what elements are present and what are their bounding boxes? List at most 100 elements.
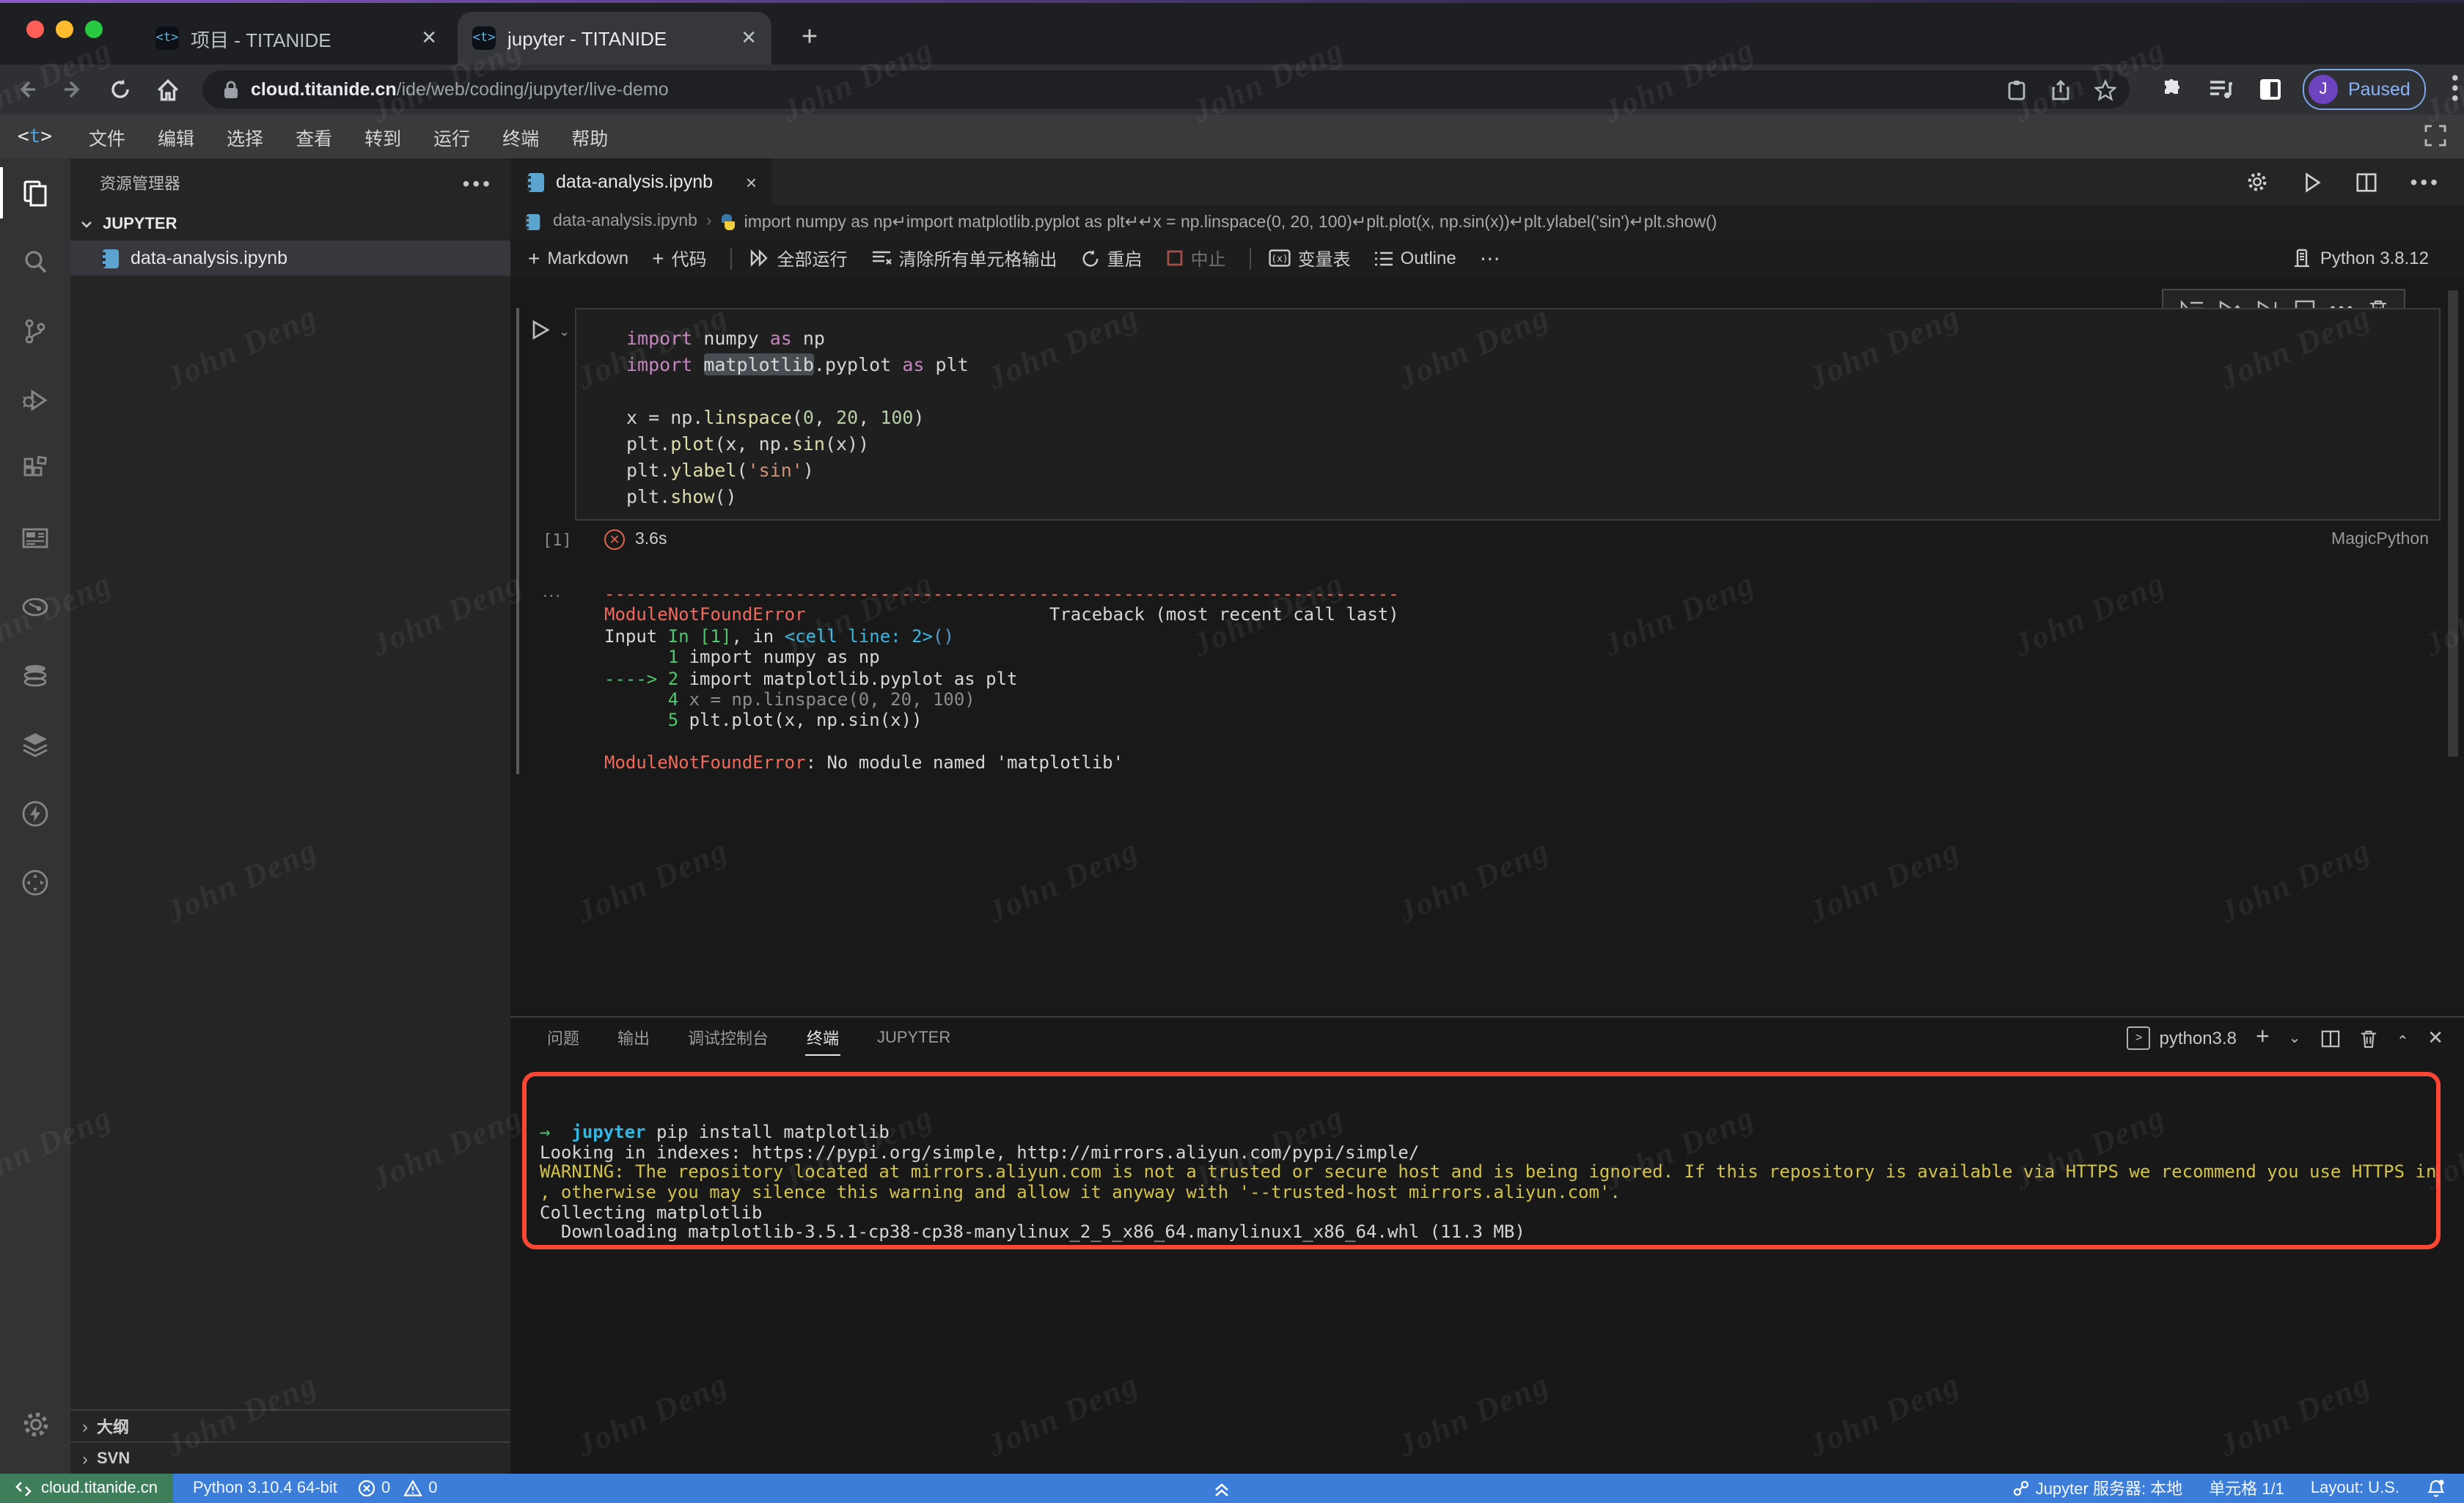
activitybar-extensions[interactable] bbox=[0, 434, 70, 503]
terminal-instance[interactable]: > python3.8 bbox=[2127, 1026, 2237, 1050]
split-editor-icon[interactable] bbox=[2356, 171, 2378, 193]
run-cell-dropdown-icon[interactable]: ⌄ bbox=[559, 324, 570, 340]
remote-indicator[interactable]: cloud.titanide.cn bbox=[0, 1474, 172, 1503]
cell-position-status[interactable]: 单元格 1/1 bbox=[2209, 1477, 2284, 1500]
close-tab-icon[interactable]: ✕ bbox=[741, 26, 757, 50]
reload-icon[interactable] bbox=[100, 69, 141, 110]
close-tab-icon[interactable]: ✕ bbox=[421, 26, 437, 50]
sidebar-section-outline[interactable]: ›大纲 bbox=[70, 1409, 510, 1441]
cell-language-mode[interactable]: MagicPython bbox=[2331, 531, 2429, 548]
extensions-puzzle-icon[interactable] bbox=[2150, 69, 2191, 110]
breadcrumb-file[interactable]: data-analysis.ipynb bbox=[553, 213, 697, 230]
menu-help[interactable]: 帮助 bbox=[555, 117, 624, 156]
activitybar-database[interactable] bbox=[0, 641, 70, 710]
editor-more-actions-icon[interactable]: ••• bbox=[2410, 170, 2441, 194]
close-panel-icon[interactable]: ✕ bbox=[2427, 1026, 2443, 1050]
sidebar-explorer: 资源管理器 ••• JUPYTER data-analysis.ipynb ›大… bbox=[70, 158, 510, 1474]
zoom-window-button[interactable] bbox=[85, 21, 103, 38]
activitybar-power[interactable] bbox=[0, 779, 70, 848]
clear-outputs-button[interactable]: 清除所有单元格输出 bbox=[871, 246, 1057, 271]
menu-file[interactable]: 文件 bbox=[73, 117, 142, 156]
stop-square-icon bbox=[1166, 249, 1184, 267]
outline-button[interactable]: Outline bbox=[1374, 248, 1456, 268]
panel-tab-terminal[interactable]: 终端 bbox=[805, 1018, 840, 1059]
output-collapse-indicator[interactable]: ... bbox=[543, 581, 562, 601]
maximize-panel-icon[interactable]: ⌄ bbox=[2396, 1030, 2408, 1046]
share-icon[interactable] bbox=[2042, 70, 2080, 109]
activitybar-remote[interactable] bbox=[0, 848, 70, 916]
minimize-window-button[interactable] bbox=[56, 21, 73, 38]
editor-tab-notebook[interactable]: data-analysis.ipynb × bbox=[510, 158, 771, 205]
sidebar-section-svn[interactable]: ›SVN bbox=[70, 1441, 510, 1474]
problems-status[interactable]: 0 0 bbox=[358, 1480, 438, 1497]
interrupt-button[interactable]: 中止 bbox=[1166, 246, 1226, 271]
breadcrumb[interactable]: data-analysis.ipynb › import numpy as np… bbox=[510, 205, 2464, 238]
variables-button[interactable]: (x)变量表 bbox=[1269, 246, 1351, 271]
explorer-section-jupyter[interactable]: JUPYTER bbox=[70, 208, 510, 240]
activitybar-layers[interactable] bbox=[0, 710, 70, 779]
home-icon[interactable] bbox=[147, 69, 188, 110]
url-text[interactable]: cloud.titanide.cn/ide/web/coding/jupyter… bbox=[251, 79, 1998, 100]
kernel-picker[interactable]: Python 3.8.12 bbox=[2292, 248, 2464, 268]
clipboard-icon[interactable] bbox=[1998, 70, 2036, 109]
panel-tab-jupyter[interactable]: JUPYTER bbox=[876, 1021, 952, 1056]
notifications-bell-icon[interactable] bbox=[2426, 1478, 2446, 1499]
panel-tab-output[interactable]: 输出 bbox=[616, 1018, 651, 1059]
run-cell-button[interactable] bbox=[529, 318, 551, 342]
menu-edit[interactable]: 编辑 bbox=[142, 117, 210, 156]
activitybar-source-control[interactable] bbox=[0, 296, 70, 365]
menu-goto[interactable]: 转到 bbox=[348, 117, 417, 156]
explorer-more-icon[interactable]: ••• bbox=[463, 172, 493, 195]
run-all-button[interactable]: 全部运行 bbox=[749, 246, 848, 271]
code-cell[interactable]: import numpy as npimport matplotlib.pypl… bbox=[575, 308, 2441, 521]
panel-tab-debug-console[interactable]: 调试控制台 bbox=[686, 1018, 770, 1059]
notebook-settings-gear-icon[interactable] bbox=[2246, 170, 2270, 194]
activitybar-timeline[interactable] bbox=[0, 572, 70, 641]
jupyter-server-status[interactable]: Jupyter 服务器: 本地 bbox=[2012, 1477, 2183, 1500]
activitybar-search[interactable] bbox=[0, 227, 70, 296]
editor-scrollbar[interactable] bbox=[2448, 290, 2458, 757]
breadcrumb-cell-preview[interactable]: import numpy as np↵import matplotlib.pyp… bbox=[744, 211, 1717, 232]
panel-tab-problems[interactable]: 问题 bbox=[546, 1018, 581, 1059]
activitybar-editor-layout[interactable] bbox=[0, 503, 70, 572]
media-playlist-icon[interactable] bbox=[2200, 69, 2241, 110]
browser-menu-icon[interactable]: ••• bbox=[2435, 69, 2464, 110]
new-tab-button[interactable]: + bbox=[792, 21, 827, 56]
side-panel-icon[interactable] bbox=[2250, 69, 2291, 110]
window-controls[interactable] bbox=[26, 21, 103, 38]
bookmark-star-icon[interactable] bbox=[2086, 70, 2124, 109]
split-terminal-icon[interactable] bbox=[2320, 1029, 2340, 1048]
restart-kernel-button[interactable]: 重启 bbox=[1081, 246, 1143, 271]
jupyter-link-icon bbox=[2012, 1480, 2030, 1497]
activitybar-explorer[interactable] bbox=[0, 158, 70, 227]
file-item-notebook[interactable]: data-analysis.ipynb bbox=[70, 240, 510, 276]
terminal-dropdown-icon[interactable]: ⌄ bbox=[2289, 1030, 2301, 1046]
fullscreen-icon[interactable] bbox=[2424, 125, 2446, 147]
add-code-button[interactable]: +代码 bbox=[652, 246, 706, 271]
forward-icon[interactable] bbox=[53, 69, 94, 110]
url-bar[interactable]: cloud.titanide.cn/ide/web/coding/jupyter… bbox=[202, 70, 2130, 109]
terminal-output[interactable]: → jupyter pip install matplotlibLooking … bbox=[540, 1123, 2423, 1243]
back-icon[interactable] bbox=[6, 69, 47, 110]
menu-run[interactable]: 运行 bbox=[417, 117, 486, 156]
run-notebook-icon[interactable] bbox=[2302, 171, 2324, 193]
close-window-button[interactable] bbox=[26, 21, 44, 38]
profile-button[interactable]: J Paused bbox=[2303, 69, 2427, 110]
menu-view[interactable]: 查看 bbox=[279, 117, 348, 156]
new-terminal-icon[interactable]: + bbox=[2256, 1025, 2270, 1051]
close-editor-tab-icon[interactable]: × bbox=[746, 171, 757, 193]
python-interpreter-status[interactable]: Python 3.10.4 64-bit bbox=[193, 1480, 337, 1497]
toolbar-more-button[interactable]: ⋯ bbox=[1480, 246, 1503, 271]
execution-count: [1] bbox=[543, 531, 572, 550]
menu-selection[interactable]: 选择 bbox=[210, 117, 279, 156]
keyboard-layout-status[interactable]: Layout: U.S. bbox=[2311, 1480, 2399, 1497]
activitybar-run-debug[interactable] bbox=[0, 365, 70, 434]
activitybar-settings[interactable] bbox=[0, 1390, 70, 1459]
add-markdown-button[interactable]: +Markdown bbox=[528, 246, 628, 270]
kill-terminal-trash-icon[interactable] bbox=[2359, 1029, 2377, 1048]
expand-panel-chevrons-icon[interactable] bbox=[1211, 1474, 1232, 1503]
menu-terminal[interactable]: 终端 bbox=[486, 117, 555, 156]
cell-code-editor[interactable]: import numpy as npimport matplotlib.pypl… bbox=[576, 309, 2439, 510]
browser-tab-jupyter[interactable]: <t> jupyter - TITANIDE ✕ bbox=[458, 12, 771, 65]
browser-tab-project[interactable]: <t> 项目 - TITANIDE ✕ bbox=[141, 12, 452, 65]
